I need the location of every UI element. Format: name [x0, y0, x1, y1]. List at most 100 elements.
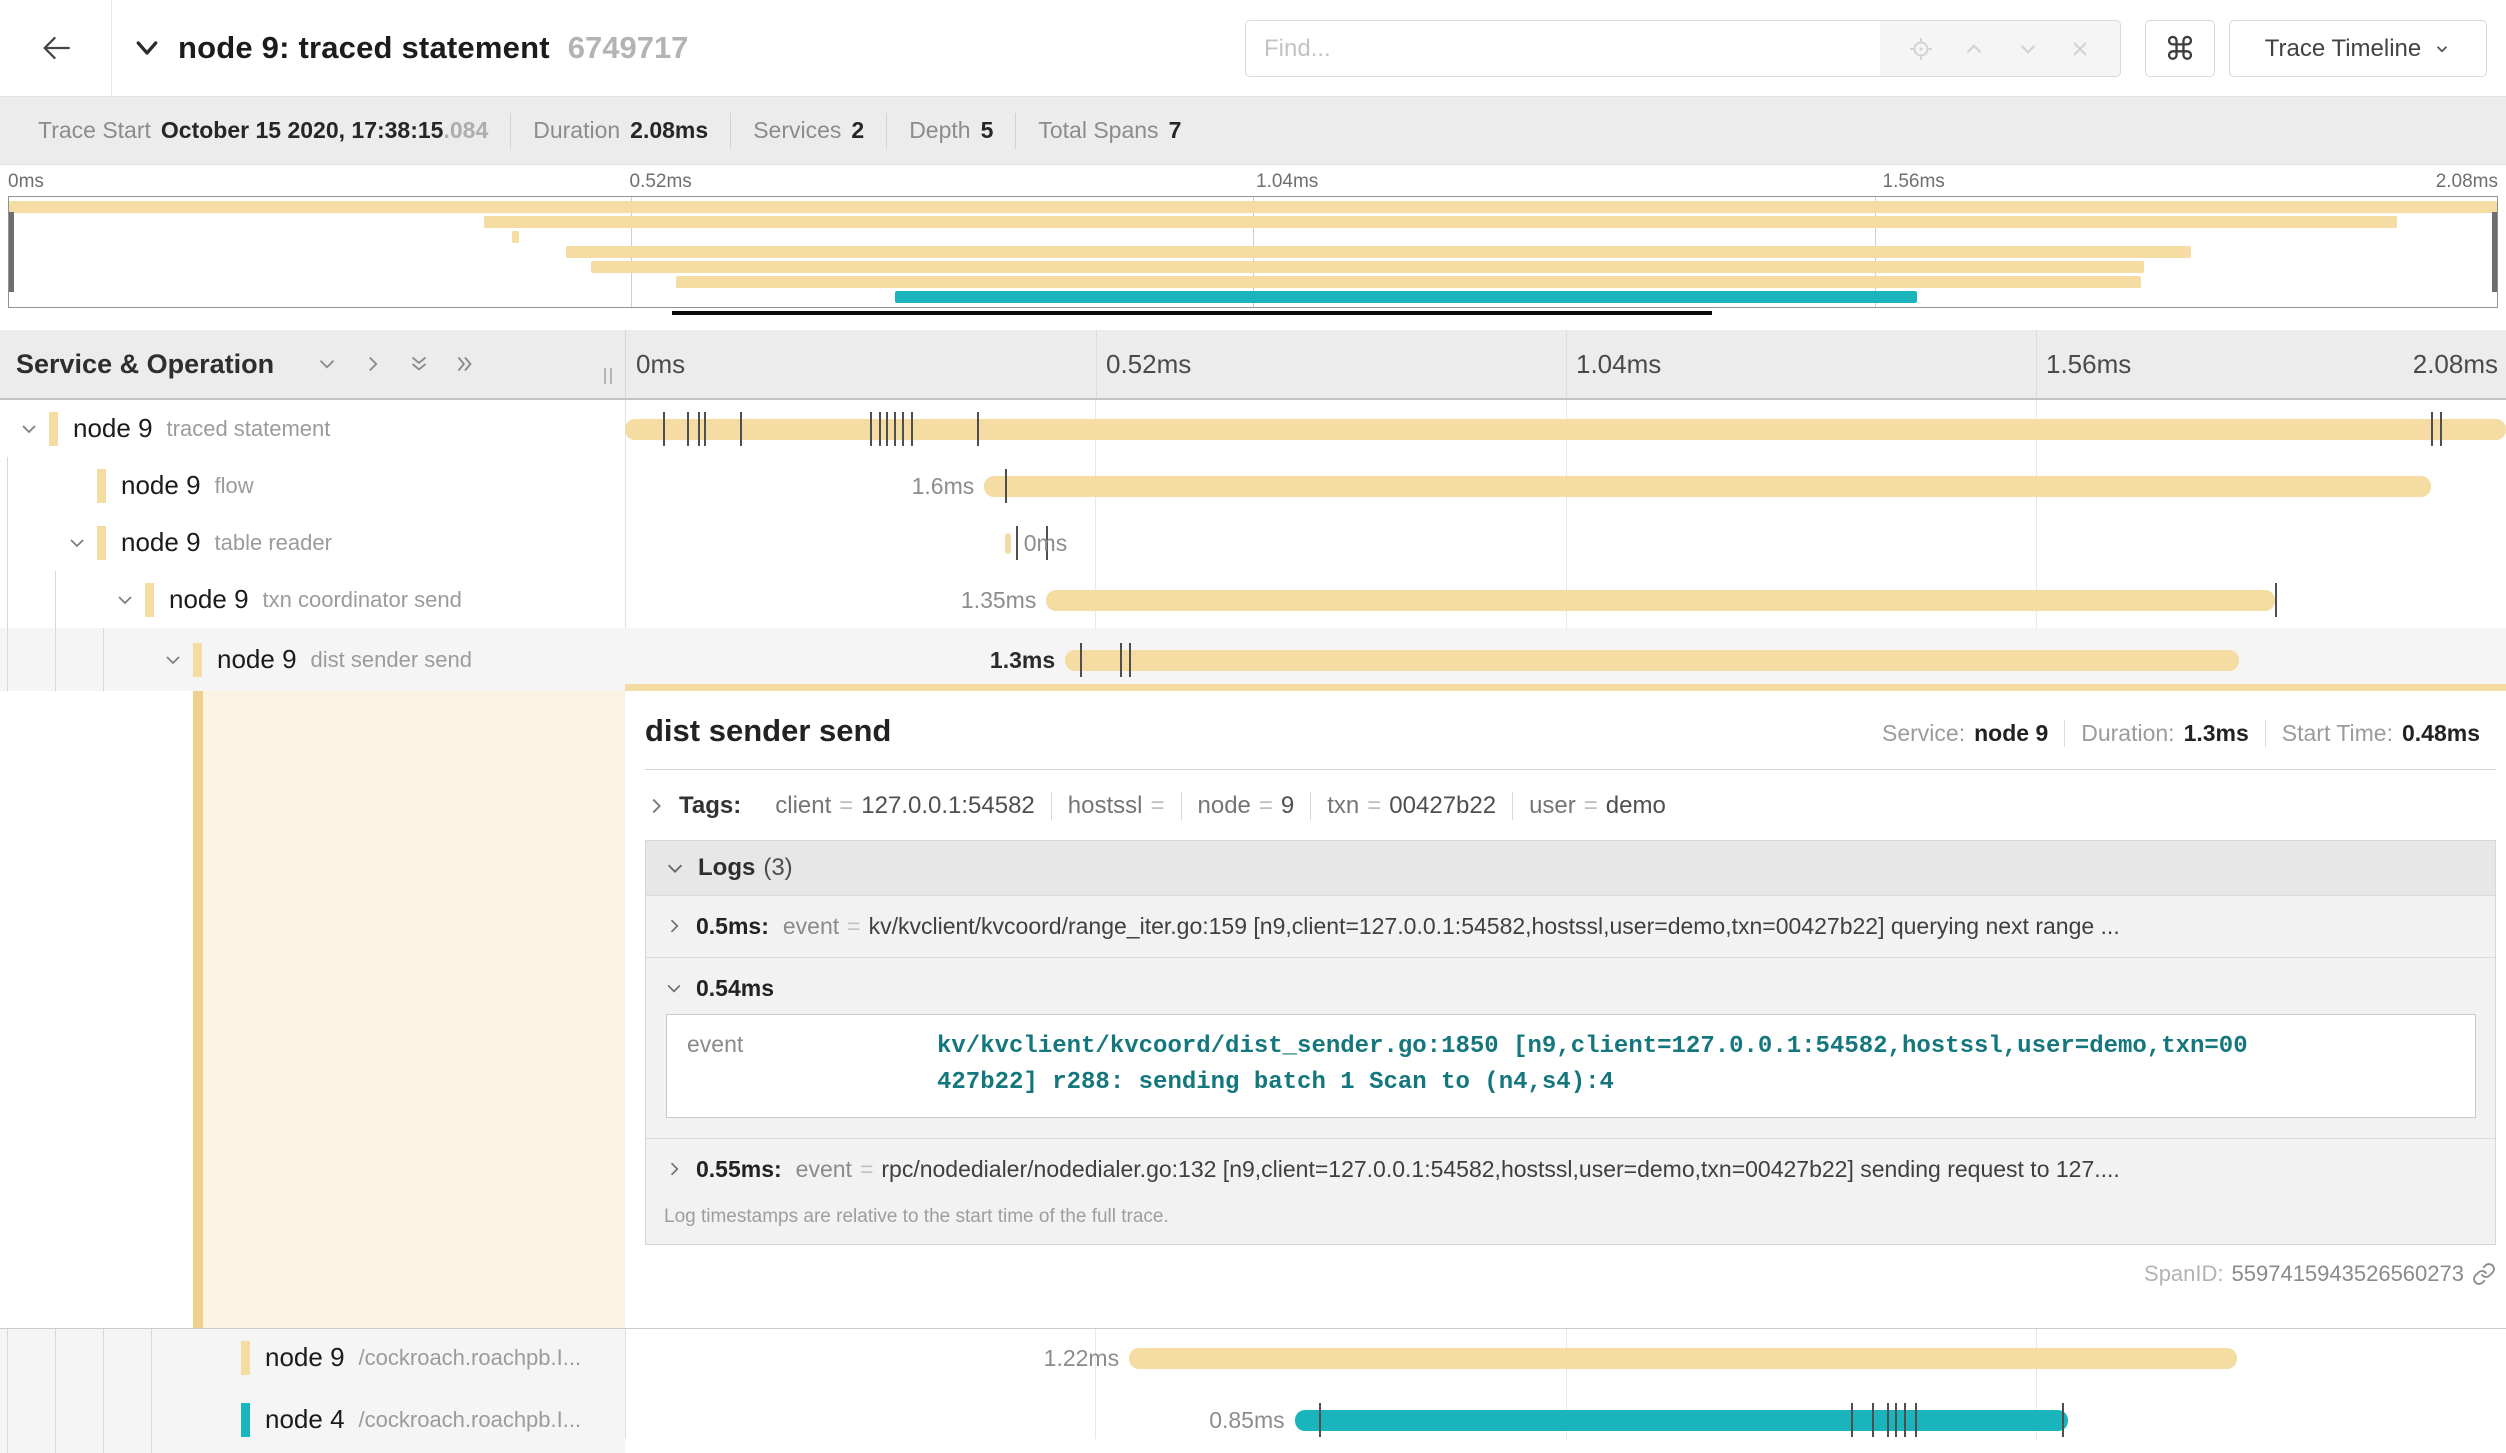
span-bar[interactable] [1295, 1410, 2068, 1431]
chevron-down-icon[interactable] [113, 588, 137, 612]
span-row-timeline[interactable]: 0ms [625, 514, 2506, 571]
chevron-right-icon[interactable] [645, 795, 667, 817]
close-icon[interactable] [2068, 37, 2092, 61]
service-color-bar [241, 1341, 250, 1375]
span-row[interactable]: node 9txn coordinator send1.35ms [0, 571, 2506, 628]
expand-one-icon[interactable] [360, 351, 386, 377]
ruler-label: 1.04ms [1576, 349, 1661, 380]
tag-key: node [1198, 792, 1251, 820]
log-marker-tick [2062, 1403, 2064, 1437]
trace-view-selector[interactable]: Trace Timeline [2229, 20, 2487, 77]
minimap-right-handle[interactable] [2492, 212, 2497, 291]
span-meta-value: 0.48ms [2402, 720, 2480, 747]
log-event-key: event [667, 1015, 937, 1117]
span-row-timeline[interactable]: 1.3ms [625, 628, 2506, 691]
collapse-title-chevron-icon[interactable] [132, 33, 162, 63]
link-icon[interactable] [2472, 1262, 2496, 1286]
tag-item[interactable]: hostssl= [1051, 792, 1181, 820]
logs-entries: 0.5ms:event=kv/kvclient/kvcoord/range_it… [646, 895, 2495, 1200]
chevron-right-icon[interactable] [664, 916, 684, 936]
log-entry[interactable]: 0.55ms:event=rpc/nodedialer/nodedialer.g… [646, 1138, 2495, 1200]
minimap-span-bar[interactable] [591, 261, 2144, 273]
log-marker-tick [1915, 1403, 1917, 1437]
tags-row[interactable]: Tags: client=127.0.0.1:54582hostssl=node… [645, 792, 2496, 820]
span-detail-panel: dist sender send Service:node 9Duration:… [625, 691, 2506, 1328]
find-input[interactable] [1246, 21, 1880, 76]
tag-key: hostssl [1068, 792, 1143, 820]
span-row-timeline[interactable]: 1.35ms [625, 571, 2506, 628]
timeline-ruler: 0ms0.52ms1.04ms1.56ms2.08ms [625, 330, 2506, 398]
trace-view-label: Trace Timeline [2265, 35, 2422, 63]
span-row-timeline[interactable] [625, 400, 2506, 457]
log-marker-tick [1129, 643, 1131, 677]
tags-label: Tags: [679, 792, 741, 820]
minimap-span-bar[interactable] [484, 216, 2397, 228]
log-marker-tick [886, 412, 888, 446]
span-detail-title: dist sender send [645, 713, 891, 749]
chevron-down-icon[interactable] [664, 978, 684, 998]
span-row-timeline[interactable]: 0.85ms [625, 1386, 2506, 1453]
chevron-right-icon[interactable] [664, 1159, 684, 1179]
expanded-span-accent [625, 684, 2506, 691]
span-bar[interactable] [1129, 1348, 2237, 1369]
minimap-span-bar[interactable] [512, 231, 519, 243]
operation-name: table reader [215, 530, 332, 556]
minimap-time-label: 1.56ms [1883, 171, 1945, 193]
minimap-span-bar[interactable] [895, 291, 1918, 303]
minimap-canvas[interactable] [8, 196, 2498, 308]
chevron-down-icon[interactable] [2015, 36, 2041, 62]
log-marker-tick [977, 412, 979, 446]
expand-all-icon[interactable] [452, 351, 478, 377]
log-entry-expanded-header[interactable]: 0.54ms [646, 957, 2495, 1012]
log-marker-tick [663, 412, 665, 446]
span-row[interactable]: node 4/cockroach.roachpb.I...0.85ms [0, 1386, 2506, 1453]
collapse-all-icon[interactable] [406, 351, 432, 377]
log-marker-tick [687, 412, 689, 446]
log-entry[interactable]: 0.5ms:event=kv/kvclient/kvcoord/range_it… [646, 895, 2495, 957]
tag-item[interactable]: user=demo [1512, 792, 1682, 820]
span-bar[interactable] [1065, 650, 2239, 671]
chevron-down-icon[interactable] [65, 531, 89, 555]
span-row[interactable]: node 9/cockroach.roachpb.I...1.22ms [0, 1329, 2506, 1386]
indent-guide [55, 628, 56, 691]
minimap-left-handle[interactable] [9, 212, 14, 291]
back-button[interactable] [0, 0, 112, 96]
span-row[interactable]: node 9dist sender send1.3ms [0, 628, 2506, 691]
service-operation-header: Service & Operation [0, 330, 625, 398]
operation-name: dist sender send [311, 647, 472, 673]
log-field-key: event [796, 1156, 852, 1183]
span-bar[interactable] [625, 419, 2506, 440]
span-bar[interactable] [984, 476, 2430, 497]
span-row-timeline[interactable]: 1.22ms [625, 1329, 2506, 1386]
minimap-span-bar[interactable] [9, 201, 2497, 213]
log-marker-tick [879, 412, 881, 446]
chevron-up-icon[interactable] [1961, 36, 1987, 62]
keyboard-shortcuts-button[interactable]: ⌘ [2145, 20, 2215, 77]
span-bar[interactable] [1046, 590, 2274, 611]
minimap-scroll-indicator[interactable] [672, 311, 1712, 315]
span-row-timeline[interactable]: 1.6ms [625, 457, 2506, 514]
minimap-span-bar[interactable] [676, 276, 2141, 288]
chevron-down-icon [2433, 40, 2451, 58]
logs-header[interactable]: Logs (3) [646, 841, 2495, 895]
collapse-one-icon[interactable] [314, 351, 340, 377]
tag-item[interactable]: txn=00427b22 [1310, 792, 1512, 820]
trace-total-spans: Total Spans 7 [1015, 113, 1203, 149]
chevron-down-icon[interactable] [17, 417, 41, 441]
span-row[interactable]: node 9table reader0ms [0, 514, 2506, 571]
log-marker-tick [1904, 1403, 1906, 1437]
span-row[interactable]: node 9flow1.6ms [0, 457, 2506, 514]
span-row[interactable]: node 9traced statement [0, 400, 2506, 457]
log-marker-tick [870, 412, 872, 446]
column-resize-grip[interactable] [604, 368, 612, 384]
tag-item[interactable]: client=127.0.0.1:54582 [759, 792, 1051, 820]
chevron-down-icon[interactable] [161, 648, 185, 672]
locate-icon[interactable] [1908, 36, 1934, 62]
tag-value: demo [1606, 792, 1666, 820]
tag-item[interactable]: node=9 [1181, 792, 1311, 820]
log-timestamp: 0.54ms [696, 975, 774, 1002]
log-marker-tick [1887, 1403, 1889, 1437]
operation-name: /cockroach.roachpb.I... [359, 1345, 582, 1371]
span-bar[interactable] [1005, 533, 1011, 554]
minimap-span-bar[interactable] [566, 246, 2191, 258]
